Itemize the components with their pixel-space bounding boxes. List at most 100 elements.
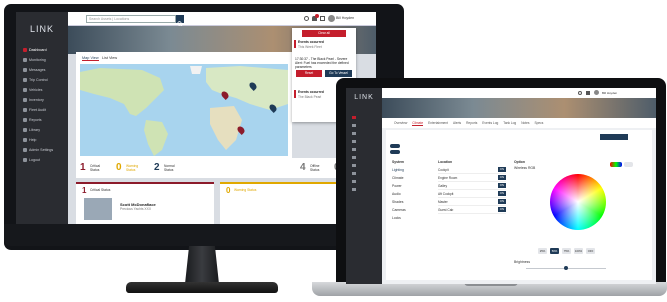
nav-item-help[interactable]: Help (20, 136, 64, 144)
nav-icon-help[interactable] (352, 188, 356, 191)
world-map[interactable] (80, 64, 288, 156)
user-name[interactable]: Bill Hoyden (602, 91, 617, 95)
nav-icon-monitoring[interactable] (352, 124, 356, 127)
tab-notes[interactable]: Notes (521, 121, 529, 125)
map-landmass (80, 66, 288, 156)
location-row[interactable]: Galley ON (438, 182, 506, 190)
monitor-stand-foot (126, 282, 278, 293)
tab-specs[interactable]: Specs (535, 121, 544, 125)
nav-icon-reports[interactable] (352, 172, 356, 175)
library-icon (23, 128, 27, 132)
clear-all-button[interactable]: Clear all (302, 30, 346, 37)
nav-item-fleet-audit[interactable]: Fleet Audit (20, 106, 64, 114)
tab-list-view[interactable]: List View (102, 56, 117, 60)
alert-marker (294, 90, 296, 98)
tab-reports[interactable]: Reports (466, 121, 477, 125)
nav-item-library[interactable]: Library (20, 126, 64, 134)
location-row[interactable]: Engine Room ON (438, 174, 506, 182)
system-item-locks[interactable]: Locks (392, 214, 401, 222)
location-row[interactable]: Aft Cockpit ON (438, 190, 506, 198)
nav-item-logout[interactable]: Logout (20, 156, 64, 164)
status-badge: ON (497, 183, 506, 188)
nav-item-vehicles[interactable]: Vehicles (20, 86, 64, 94)
logout-icon (23, 158, 27, 162)
preset-75-button[interactable]: 75% (562, 248, 571, 254)
vessel-thumbnail (84, 198, 112, 220)
alert-message: 17:30:37 - The Black Pearl - Severe Aler… (295, 57, 349, 69)
reset-button[interactable]: Reset (296, 70, 322, 77)
messages-icon (23, 68, 27, 72)
nav-item-monitoring[interactable]: Monitoring (20, 56, 64, 64)
nav-icon-inventory[interactable] (352, 156, 356, 159)
preset-50-button[interactable]: 50% (550, 248, 559, 254)
location-row[interactable]: Guest Cab ON (438, 206, 506, 214)
critical-strip (76, 182, 214, 184)
system-header: System (392, 160, 405, 164)
tab-tank-log[interactable]: Tank Log (503, 121, 516, 125)
nav-item-reports[interactable]: Reports (20, 116, 64, 124)
offline-count: 4 (300, 162, 306, 173)
search-button[interactable] (176, 15, 184, 27)
go-to-vessel-button[interactable]: Go To Vessel (325, 70, 352, 77)
edit-button[interactable] (600, 134, 628, 140)
nav-icon-audit[interactable] (352, 164, 356, 167)
laptop-screen: LINK Bill Hoyden Overview Climate Entert… (346, 88, 656, 284)
nav-item-trip-control[interactable]: Trip Control (20, 76, 64, 84)
location-row[interactable]: Master ON (438, 198, 506, 206)
preset-100-button[interactable]: 100% (574, 248, 583, 254)
calendar-icon[interactable] (320, 16, 325, 21)
normal-label: Normal Status (164, 164, 175, 172)
warning-label: Warning Status (126, 164, 139, 172)
preset-off-button[interactable]: OFF (586, 248, 595, 254)
help-circle-icon[interactable] (578, 91, 582, 95)
avatar[interactable] (328, 15, 335, 22)
location-row[interactable]: Cockpit ON (438, 166, 506, 174)
nav-item-dashboard[interactable]: Dashboard (20, 46, 64, 54)
avatar[interactable] (594, 90, 599, 95)
system-item-cameras[interactable]: Cameras (392, 206, 406, 214)
notification-body: The Black Pearl (298, 95, 322, 99)
toggle-switch[interactable] (390, 144, 400, 148)
help-icon (23, 138, 27, 142)
system-item-audio[interactable]: Audio (392, 190, 401, 198)
notification-title: Events occurred (298, 90, 324, 94)
tab-overview[interactable]: Overview (394, 121, 407, 125)
location-header: Location (438, 160, 453, 164)
nav-icon-messages[interactable] (352, 132, 356, 135)
system-item-power[interactable]: Power (392, 182, 402, 190)
critical-label: Critical Status (90, 164, 101, 172)
system-item-lighting[interactable]: Lighting (392, 166, 404, 174)
vessel-subtitle: Precious Yachts XXX (120, 207, 152, 211)
monitor-stand-neck (185, 246, 219, 284)
system-item-shades[interactable]: Shades (392, 198, 404, 206)
bell-icon[interactable] (586, 91, 590, 95)
tab-entertainment[interactable]: Entertainment (428, 121, 448, 125)
nav-icon-library[interactable] (352, 180, 356, 183)
tab-alerts[interactable]: Alerts (453, 121, 461, 125)
nav-item-inventory[interactable]: Inventory (20, 96, 64, 104)
desktop-screen: LINK Dashboard Monitoring Messages Trip … (16, 12, 376, 224)
nav-icon-trip[interactable] (352, 140, 356, 143)
desktop-app-logo: LINK (29, 24, 54, 34)
tab-climate[interactable]: Climate (412, 121, 424, 126)
nav-item-admin-settings[interactable]: Admin Settings (20, 146, 64, 154)
nav-icon-dashboard[interactable] (352, 116, 356, 119)
brightness-slider-handle[interactable] (564, 266, 568, 270)
system-item-climate[interactable]: Climate (392, 174, 404, 182)
nav-item-messages[interactable]: Messages (20, 66, 64, 74)
help-circle-icon[interactable] (304, 16, 309, 21)
toggle-switch[interactable] (390, 150, 400, 154)
desktop-sidebar: LINK Dashboard Monitoring Messages Trip … (16, 12, 68, 224)
preset-25-button[interactable]: 25% (538, 248, 547, 254)
color-wheel[interactable] (550, 174, 606, 230)
user-name[interactable]: Bill Hoyden (336, 16, 354, 20)
nav-icon-vehicles[interactable] (352, 148, 356, 151)
tab-map-view[interactable]: Map View (82, 56, 99, 61)
critical-vessel-card[interactable]: 1 Critical Status Scott McDonaflace Prec… (76, 182, 214, 224)
rgb-mode-button[interactable] (610, 162, 622, 167)
search-input[interactable]: Search Assets | Locations (86, 15, 176, 23)
reports-icon (23, 118, 27, 122)
tab-events-log[interactable]: Events Log (482, 121, 498, 125)
option-title: Wireless RGB (514, 166, 536, 170)
off-button[interactable] (624, 162, 633, 167)
